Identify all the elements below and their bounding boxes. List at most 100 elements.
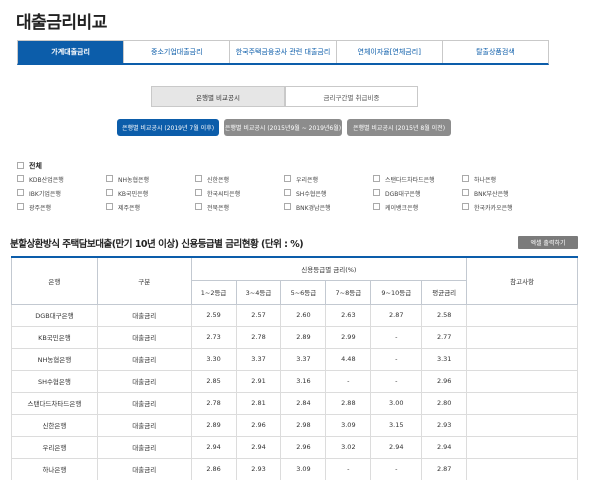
rate-value-cell: 2.84 [280, 391, 327, 415]
checkbox-box[interactable] [17, 203, 24, 210]
tab-product-search[interactable]: 탈출상품검색 [441, 41, 549, 63]
bank-checkbox-bnk-gyeongnam[interactable]: BNK경남은행 [284, 203, 331, 212]
subtab-rate-range-share[interactable]: 금리구간별 취급비중 [285, 86, 418, 107]
tab-overdue-rates[interactable]: 연체이자율[연체금리] [335, 41, 442, 63]
checkbox-box[interactable] [17, 189, 24, 196]
table-row: SH수협은행 대출금리 2.85 2.91 3.16- -2.96 [11, 369, 578, 393]
checkbox-box[interactable] [195, 203, 202, 210]
checkbox-box[interactable] [373, 175, 380, 182]
rate-value-cell: 2.58 [421, 303, 468, 327]
rate-value-cell: 2.80 [421, 391, 468, 415]
bank-checkbox-ibk[interactable]: IBK기업은행 [17, 189, 61, 198]
rate-value-cell: 3.30 [190, 347, 237, 371]
checkbox-box[interactable] [373, 203, 380, 210]
period-button-2015-08-before[interactable]: 은행별 비교공시 (2015년 8월 이전) [347, 119, 451, 136]
bank-checkbox-nh[interactable]: NH농협은행 [106, 175, 149, 184]
rate-value-cell: 2.73 [190, 325, 237, 349]
checkbox-box[interactable] [17, 175, 24, 182]
column-header-grade: 3~4등급 [235, 279, 282, 305]
bank-checkbox-jeonbuk[interactable]: 전북은행 [195, 203, 229, 212]
checkbox-box[interactable] [106, 203, 113, 210]
rate-value-cell: - [370, 457, 423, 480]
rate-value-cell: 2.63 [325, 303, 372, 327]
bank-checkbox-shinhan[interactable]: 신한은행 [195, 175, 229, 184]
rate-value-cell: 2.93 [421, 413, 468, 437]
bank-checkbox-bnk-busan[interactable]: BNK부산은행 [462, 189, 509, 198]
checkbox-box[interactable] [284, 175, 291, 182]
column-header-grade: 9~10등급 [370, 279, 423, 305]
rate-value-cell: 3.37 [280, 347, 327, 371]
table-row: KB국민은행 대출금리 2.73 2.78 2.89 2.99-2.77 [11, 325, 578, 349]
bank-checkbox-sc[interactable]: 스탠다드차타드은행 [373, 175, 435, 184]
rate-value-cell: 2.57 [235, 303, 282, 327]
bank-checkbox-sh[interactable]: SH수협은행 [284, 189, 326, 198]
bank-checkbox-kb[interactable]: KB국민은행 [106, 189, 148, 198]
bank-checkbox-label: 케이뱅크은행 [385, 205, 419, 212]
bank-checkbox-hana[interactable]: 하나은행 [462, 175, 496, 184]
bank-checkbox-label: 우리은행 [296, 177, 319, 184]
bank-checkbox-dgb[interactable]: DGB대구은행 [373, 189, 420, 198]
checkbox-box[interactable] [106, 175, 113, 182]
rate-value-cell: 2.94 [235, 435, 282, 459]
bank-checkbox-kbank[interactable]: 케이뱅크은행 [373, 203, 418, 212]
rate-value-cell: 2.78 [235, 325, 282, 349]
checkbox-box[interactable] [195, 189, 202, 196]
note-cell [466, 347, 578, 371]
note-cell [466, 457, 578, 480]
checkbox-box[interactable] [462, 175, 469, 182]
bank-checkbox-kdb[interactable]: KDB산업은행 [17, 175, 64, 184]
bank-checkbox-jeju[interactable]: 제주은행 [106, 203, 140, 212]
rate-value-cell: 2.89 [190, 413, 237, 437]
rate-value-cell: 3.00 [370, 391, 423, 415]
rate-type-cell: 대출금리 [96, 369, 192, 393]
bank-checkbox-gwangju[interactable]: 광주은행 [17, 203, 51, 212]
bank-checkbox-kakao[interactable]: 한국카카오은행 [462, 203, 513, 212]
rate-type-cell: 대출금리 [96, 303, 192, 327]
bank-checkbox-woori[interactable]: 우리은행 [284, 175, 318, 184]
bank-name-cell: 스탠다드차타드은행 [11, 391, 98, 415]
table-row: 하나은행 대출금리 2.86 2.93 3.09- -2.87 [11, 457, 578, 480]
rate-value-cell: 2.94 [370, 435, 423, 459]
bank-checkbox-label: 한국카카오은행 [474, 205, 513, 212]
column-header-grade: 5~6등급 [280, 279, 327, 305]
checkbox-box[interactable] [284, 203, 291, 210]
rate-value-cell: - [370, 325, 423, 349]
note-cell [466, 435, 578, 459]
checkbox-box[interactable] [373, 189, 380, 196]
checkbox-box[interactable] [462, 189, 469, 196]
bank-name-cell: 신한은행 [11, 413, 98, 437]
checkbox-box[interactable] [284, 189, 291, 196]
bank-checkbox-label: NH농협은행 [118, 177, 150, 184]
select-all-checkbox[interactable]: 전체 [17, 161, 42, 171]
bank-checkbox-label: BNK경남은행 [296, 205, 331, 212]
checkbox-box[interactable] [195, 175, 202, 182]
table-row: DGB대구은행 대출금리 2.59 2.57 2.60 2.63 2.87 2.58 [11, 303, 578, 327]
rate-value-cell: 3.31 [421, 347, 468, 371]
period-button-2015-09-2019-06[interactable]: 은행별 비교공시 (2015년9월 ~ 2019년6월) [224, 119, 342, 136]
rate-value-cell: 3.16 [280, 369, 327, 393]
bank-name-cell: KB국민은행 [11, 325, 98, 349]
bank-checkbox-label: DGB대구은행 [385, 191, 421, 198]
rate-type-cell: 대출금리 [96, 435, 192, 459]
bank-checkbox-label: 한국씨티은행 [207, 191, 241, 198]
tab-sme-loan-rates[interactable]: 중소기업대출금리 [123, 41, 230, 63]
checkbox-box[interactable] [462, 203, 469, 210]
bank-name-cell: 하나은행 [11, 457, 98, 480]
checkbox-box[interactable] [106, 189, 113, 196]
tab-household-loan-rates[interactable]: 가계대출금리 [18, 41, 124, 63]
excel-print-button[interactable]: 엑셀 출력하기 [518, 236, 578, 249]
tab-hf-loan-rates[interactable]: 한국주택금융공사 관련 대출금리 [229, 41, 336, 63]
rate-value-cell: 3.02 [325, 435, 372, 459]
rate-value-cell: 2.94 [421, 435, 468, 459]
bank-name-cell: DGB대구은행 [11, 303, 98, 327]
note-cell [466, 369, 578, 393]
rate-value-cell: 2.98 [280, 413, 327, 437]
rate-type-cell: 대출금리 [96, 413, 192, 437]
period-button-2019-07-after[interactable]: 은행별 비교공시 (2019년 7월 이후) [117, 119, 219, 136]
checkbox-box[interactable] [17, 161, 24, 169]
main-tab-bar: 가계대출금리 중소기업대출금리 한국주택금융공사 관련 대출금리 연체이자율[연… [17, 40, 549, 65]
rate-value-cell: 2.96 [421, 369, 468, 393]
bank-checkbox-citi[interactable]: 한국씨티은행 [195, 189, 240, 198]
subtab-bank-comparison[interactable]: 은행별 비교공시 [151, 86, 285, 107]
rate-value-cell: 3.09 [280, 457, 327, 480]
